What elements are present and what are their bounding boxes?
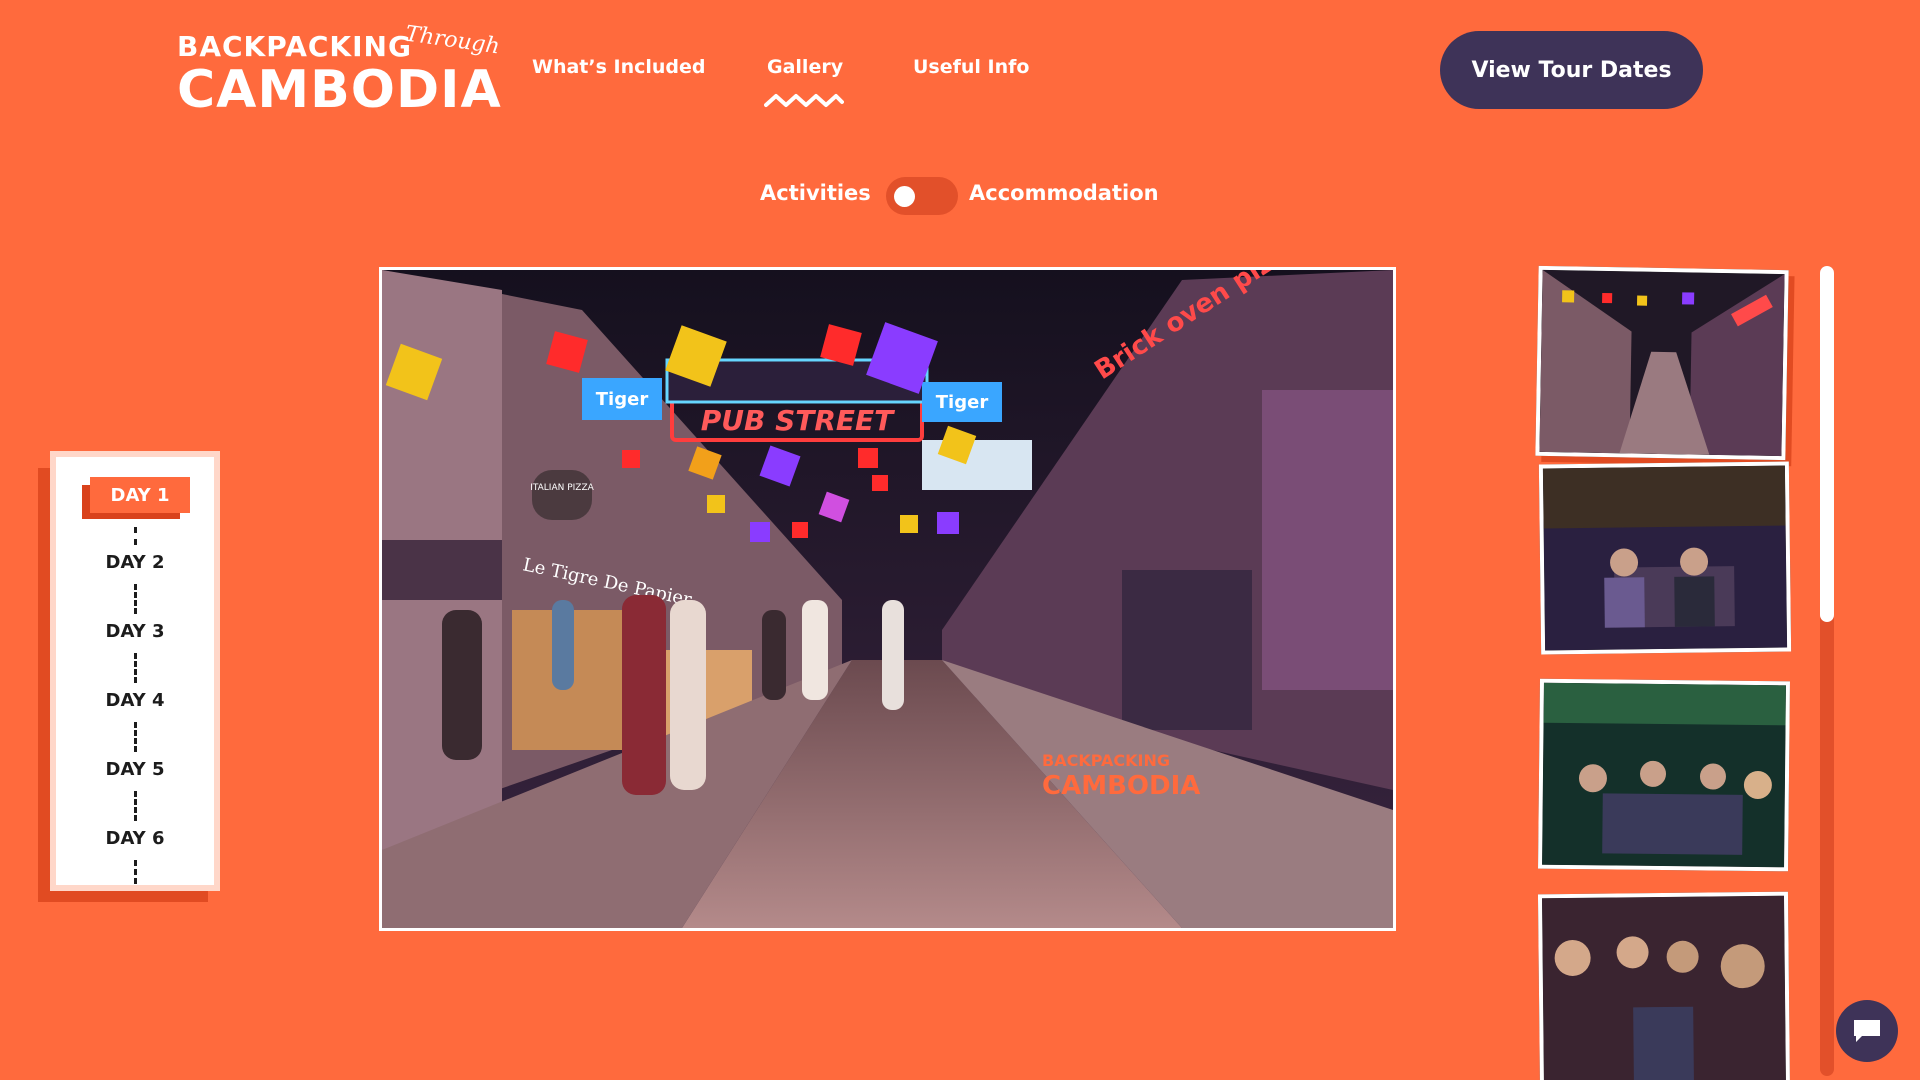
day-divider xyxy=(134,584,137,614)
nav-gallery[interactable]: Gallery xyxy=(767,56,843,78)
tiger-sign-left: Tiger xyxy=(596,389,649,410)
day-list: DAY 1 DAY 2 DAY 3 DAY 4 DAY 5 DAY 6 xyxy=(50,451,220,891)
chat-bubble-icon xyxy=(1854,1020,1880,1042)
day-divider xyxy=(134,527,137,545)
logo-line-3: CAMBODIA xyxy=(177,60,502,120)
toggle-label-activities[interactable]: Activities xyxy=(760,181,871,205)
gallery-thumbnail-3[interactable] xyxy=(1538,678,1790,872)
logo-line-1: BACKPACKING xyxy=(177,30,412,63)
day-item-6[interactable]: DAY 6 xyxy=(56,828,214,849)
day-item-3[interactable]: DAY 3 xyxy=(56,621,214,642)
site-logo[interactable]: BACKPACKING Through CAMBODIA xyxy=(177,22,501,120)
day-item-1[interactable]: DAY 1 xyxy=(90,477,190,513)
logo-line-2: Through xyxy=(403,21,502,60)
nav-whats-included[interactable]: What’s Included xyxy=(532,56,706,78)
day-divider xyxy=(134,860,137,884)
photo-watermark-line-1: BACKPACKING xyxy=(1042,751,1170,770)
day-divider xyxy=(134,791,137,821)
pub-street-sign: PUB STREET xyxy=(701,404,895,437)
active-indicator-icon xyxy=(764,94,844,107)
toggle-knob xyxy=(894,186,915,207)
day-divider xyxy=(134,722,137,752)
day-item-5[interactable]: DAY 5 xyxy=(56,759,214,780)
nav-useful-info[interactable]: Useful Info xyxy=(913,56,1029,78)
gallery-thumbnail-2[interactable] xyxy=(1538,461,1792,655)
photo-watermark-line-2: CAMBODIA xyxy=(1042,771,1200,801)
day-item-2[interactable]: DAY 2 xyxy=(56,552,214,573)
chat-button[interactable] xyxy=(1836,1000,1898,1062)
toggle-label-accommodation[interactable]: Accommodation xyxy=(969,181,1159,205)
day-item-4[interactable]: DAY 4 xyxy=(56,690,214,711)
thumbnail-scrollbar-thumb[interactable] xyxy=(1820,266,1834,622)
gallery-thumbnail-1[interactable] xyxy=(1535,265,1789,461)
view-tour-dates-button[interactable]: View Tour Dates xyxy=(1440,31,1703,109)
gallery-thumbnail-4[interactable] xyxy=(1537,891,1791,1080)
day-divider xyxy=(134,653,137,683)
tiger-sign-right: Tiger xyxy=(936,392,989,413)
italian-pizza-sign: ITALIAN PIZZA xyxy=(530,483,594,493)
gallery-main-photo[interactable]: PUB STREET Tiger Tiger Brick oven pizza … xyxy=(379,267,1396,931)
activities-accommodation-toggle[interactable] xyxy=(886,177,958,215)
